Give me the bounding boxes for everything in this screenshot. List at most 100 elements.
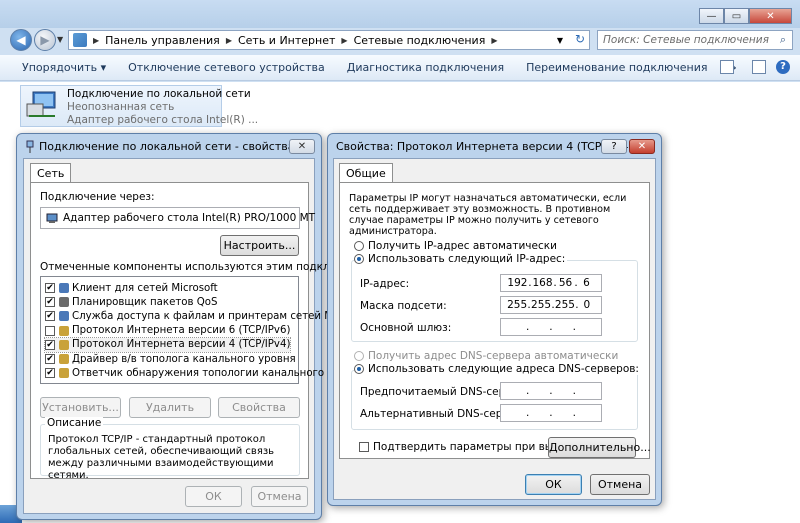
breadcrumb-separator-icon[interactable]: ▶ — [93, 36, 99, 45]
mask-octet-2: 255 — [531, 299, 552, 311]
checkbox-checked-icon[interactable]: ✔ — [45, 354, 55, 364]
auto-dns-radio[interactable]: Получить адрес DNS-сервера автоматически — [354, 350, 618, 362]
preview-pane-icon[interactable] — [752, 60, 766, 74]
back-arrow-icon[interactable]: ◀ — [10, 29, 32, 51]
breadcrumb-network-internet[interactable]: Сеть и Интернет — [238, 34, 335, 47]
advanced-button[interactable]: Дополнительно... — [548, 437, 651, 458]
component-label: Драйвер в/в тополога канального уровня — [72, 353, 296, 365]
ok-button[interactable]: ОК — [525, 474, 582, 495]
cancel-button[interactable]: Отмена — [590, 474, 650, 495]
component-list-item[interactable]: ✔ Протокол Интернета версии 4 (TCP/IPv4) — [43, 336, 292, 353]
address-row: ◀ ▶ ▼ ▶ Панель управления ▶ Сеть и Интер… — [0, 28, 800, 54]
configure-button[interactable]: Настроить... — [220, 235, 299, 256]
manual-dns-group: Использовать следующие адреса DNS-сервер… — [351, 363, 641, 430]
manual-dns-label: Использовать следующие адреса DNS-сервер… — [368, 363, 639, 375]
auto-dns-label: Получить адрес DNS-сервера автоматически — [368, 350, 619, 362]
address-bar[interactable]: ▶ Панель управления ▶ Сеть и Интернет ▶ … — [68, 30, 590, 50]
component-list-item[interactable]: ✔ Драйвер в/в тополога канального уровня — [45, 352, 296, 366]
search-input[interactable]: Поиск: Сетевые подключения ⌕ — [597, 30, 793, 50]
cancel-button[interactable]: Отмена — [251, 486, 308, 507]
connection-adapter: Адаптер рабочего стола Intel(R) ... — [67, 114, 259, 126]
manual-dns-radio[interactable]: Использовать следующие адреса DNS-сервер… — [354, 363, 641, 375]
auto-ip-label: Получить IP-адрес автоматически — [368, 240, 557, 252]
radio-disabled-icon — [354, 351, 364, 361]
ip-address-field[interactable]: 192. 168. 56. 6 — [500, 274, 602, 292]
checkbox-unchecked-icon[interactable] — [45, 325, 55, 336]
component-label: Планировщик пакетов QoS — [72, 296, 218, 308]
mask-octet-4: 0 — [583, 299, 591, 311]
diagnose-button[interactable]: Диагностика подключения — [336, 61, 515, 74]
manual-ip-label: Использовать следующий IP-адрес: — [368, 253, 566, 265]
help-icon[interactable]: ? — [601, 139, 627, 154]
dialog-title: Свойства: Протокол Интернета версии 4 (T… — [336, 140, 633, 153]
checkbox-checked-icon[interactable]: ✔ — [45, 339, 55, 350]
manual-ip-radio[interactable]: Использовать следующий IP-адрес: — [354, 253, 568, 265]
view-controls: ? — [720, 60, 790, 74]
remove-button[interactable]: Удалить — [129, 397, 211, 418]
gateway-field[interactable]: ... — [500, 318, 602, 336]
validate-checkbox[interactable]: Подтвердить параметры при выходе — [359, 441, 579, 453]
alternate-dns-field[interactable]: ... — [500, 404, 602, 422]
forward-arrow-icon[interactable]: ▶ — [34, 29, 56, 51]
adapter-field: Адаптер рабочего стола Intel(R) PRO/1000… — [40, 207, 315, 229]
dialog-body: Общие Параметры IP могут назначаться авт… — [333, 158, 656, 500]
ip-octet-4: 6 — [583, 277, 590, 289]
component-list-item[interactable]: ✔ Клиент для сетей Microsoft — [45, 281, 218, 295]
auto-ip-radio[interactable]: Получить IP-адрес автоматически — [354, 240, 557, 252]
breadcrumb-separator-icon[interactable]: ▶ — [341, 36, 347, 45]
description-group: Описание Протокол TCP/IP - стандартный п… — [40, 417, 300, 481]
address-dropdown-icon[interactable]: ▼ — [557, 36, 563, 45]
search-icon[interactable]: ⌕ — [774, 33, 792, 47]
properties-button[interactable]: Свойства — [218, 397, 300, 418]
component-list-item[interactable]: ✔ Планировщик пакетов QoS — [45, 295, 217, 309]
maximize-button[interactable]: ▭ — [724, 8, 749, 24]
organize-button[interactable]: Упорядочить ▾ — [0, 61, 117, 74]
recent-pages-chevron-icon[interactable]: ▼ — [57, 35, 63, 44]
checkbox-checked-icon[interactable]: ✔ — [45, 311, 55, 322]
minimize-button[interactable]: — — [699, 8, 724, 24]
dialog-body: Сеть Подключение через: Адаптер рабочего… — [23, 158, 383, 514]
ip-octet-2: 168 — [532, 277, 553, 289]
ip-label: IP-адрес: — [360, 278, 410, 290]
intro-text: Параметры IP могут назначаться автоматич… — [349, 193, 627, 237]
checkbox-checked-icon[interactable]: ✔ — [45, 368, 55, 379]
breadcrumb-control-panel[interactable]: Панель управления — [105, 34, 220, 47]
install-button[interactable]: Установить... — [40, 397, 121, 418]
preferred-dns-field[interactable]: ... — [500, 382, 602, 400]
breadcrumb-separator-icon[interactable]: ▶ — [226, 36, 232, 45]
components-list[interactable]: ✔ Клиент для сетей Microsoft ✔ Планировщик … — [40, 276, 365, 384]
component-list-item[interactable]: Протокол Интернета версии 6 (TCP/IPv6) — [45, 324, 290, 338]
ok-button[interactable]: ОК — [185, 486, 242, 507]
refresh-icon[interactable]: ↻ — [570, 30, 590, 48]
close-icon[interactable]: ✕ — [289, 139, 315, 154]
general-tab-panel: Параметры IP могут назначаться автоматич… — [339, 182, 651, 459]
ip-octet-3: 56 — [558, 277, 573, 289]
gateway-label: Основной шлюз: — [360, 322, 452, 334]
view-options-icon[interactable] — [720, 60, 734, 74]
ipv4-properties-dialog: Свойства: Протокол Интернета версии 4 (T… — [327, 133, 662, 506]
rename-button[interactable]: Переименование подключения — [515, 61, 718, 74]
subnet-mask-field[interactable]: 255. 255. 255. 0 — [500, 296, 602, 314]
tab-network[interactable]: Сеть — [30, 163, 72, 183]
description-text: Протокол TCP/IP - стандартный протокол г… — [48, 434, 275, 481]
tab-general[interactable]: Общие — [339, 163, 393, 183]
component-list-item[interactable]: ✔ Служба доступа к файлам и принтерам сет… — [45, 309, 361, 323]
component-list-item[interactable]: ✔ Ответчик обнаружения топологии канально… — [45, 366, 365, 380]
disable-device-button[interactable]: Отключение сетевого устройства — [117, 61, 336, 74]
help-icon[interactable]: ? — [776, 60, 790, 74]
control-panel-icon — [73, 33, 87, 47]
checkbox-checked-icon[interactable]: ✔ — [45, 283, 55, 293]
network-icon — [26, 140, 34, 153]
checkbox-checked-icon[interactable]: ✔ — [45, 297, 55, 308]
component-icon — [59, 368, 69, 379]
window-controls: — ▭ ✕ — [699, 8, 792, 24]
connection-name: Подключение по локальной сети — [67, 88, 251, 100]
connection-status: Неопознанная сеть — [67, 101, 175, 113]
breadcrumb-network-connections[interactable]: Сетевые подключения — [354, 34, 486, 47]
breadcrumb-separator-icon[interactable]: ▶ — [491, 36, 497, 45]
close-icon[interactable]: ✕ — [629, 139, 655, 154]
local-connection-item[interactable]: Подключение по локальной сети Неопознанн… — [20, 85, 258, 127]
component-label: Протокол Интернета версии 6 (TCP/IPv6) — [72, 325, 291, 337]
search-placeholder: Поиск: Сетевые подключения — [603, 34, 769, 46]
close-button[interactable]: ✕ — [749, 8, 792, 24]
